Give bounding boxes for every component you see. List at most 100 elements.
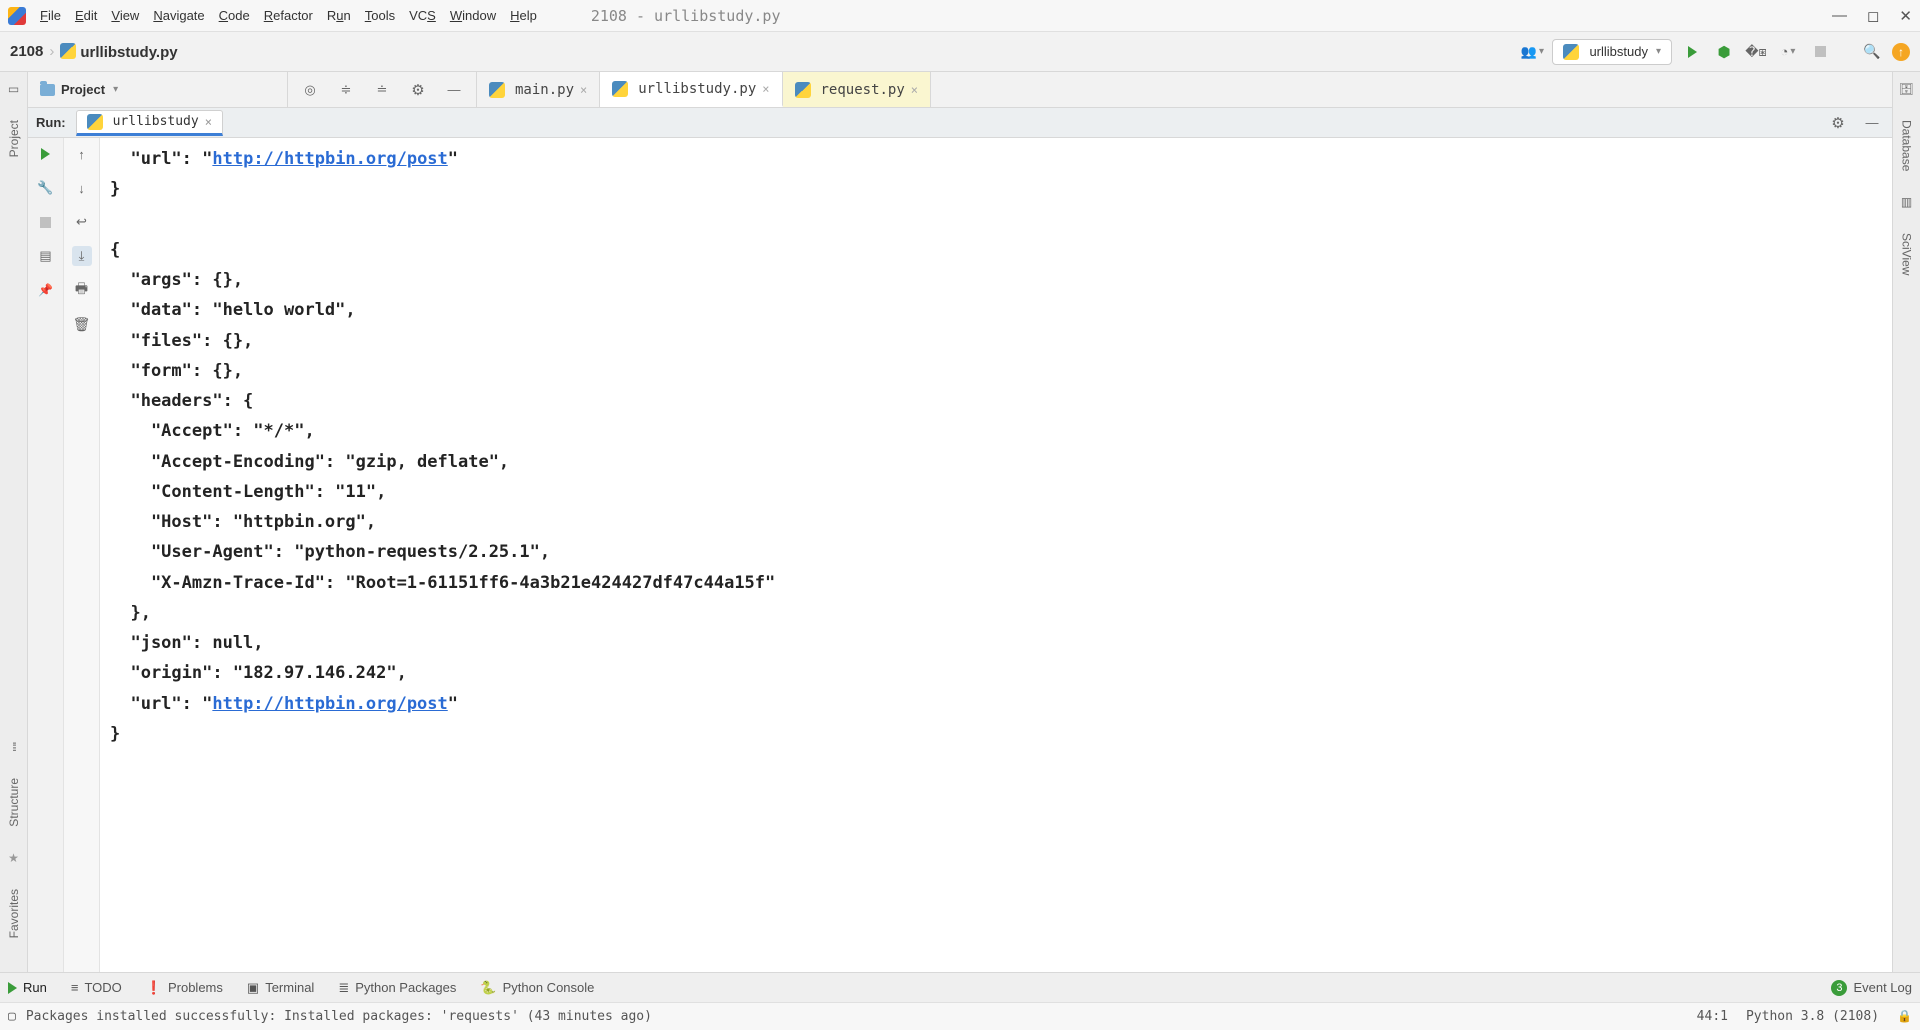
window-minimize-icon[interactable]: — [1832, 7, 1847, 25]
bottom-tab-todo[interactable]: ≡TODO [71, 980, 122, 995]
run-button[interactable] [1680, 40, 1704, 64]
console-output[interactable]: "url": "http://httpbin.org/post" } { "ar… [100, 138, 1892, 972]
run-settings-icon[interactable] [1826, 111, 1850, 135]
ide-update-icon[interactable]: ↑ [1892, 43, 1910, 61]
favorites-tool-button[interactable]: Favorites [7, 889, 21, 938]
menu-window[interactable]: Window [450, 8, 496, 23]
bottom-tab-packages[interactable]: Python Packages [338, 980, 456, 996]
menu-help[interactable]: Help [510, 8, 537, 23]
bottom-tab-event-log[interactable]: 3 Event Log [1831, 980, 1912, 996]
structure-tool-button[interactable]: Structure [7, 778, 21, 827]
project-tool-button[interactable]: Project [7, 120, 21, 157]
soft-wrap-icon[interactable] [72, 212, 92, 232]
menu-refactor[interactable]: Refactor [264, 8, 313, 23]
edit-config-icon[interactable] [36, 178, 56, 198]
bottom-tab-problems[interactable]: ❗Problems [146, 980, 223, 996]
project-view-selector[interactable]: Project ▾ [28, 72, 288, 107]
bottom-tab-terminal[interactable]: ▣Terminal [247, 980, 314, 996]
python-file-icon [612, 81, 628, 97]
breadcrumb-project[interactable]: 2108 [10, 43, 43, 60]
tab-label: request.py [821, 82, 905, 98]
editor-tabs-row: Project ▾ ◎ ≑ ≐ — main.py × urllibstudy.… [28, 72, 1892, 108]
menu-run[interactable]: Run [327, 8, 351, 23]
tab-close-icon[interactable]: × [911, 83, 918, 97]
down-stack-icon[interactable] [72, 178, 92, 198]
layout-icon[interactable] [36, 246, 56, 266]
status-message: Packages installed successfully: Install… [26, 1009, 652, 1024]
window-maximize-icon[interactable]: ◻ [1867, 7, 1879, 25]
menu-vcs[interactable]: VCS [409, 8, 436, 23]
favorites-tool-icon[interactable] [8, 851, 19, 865]
search-everywhere-icon[interactable] [1860, 40, 1884, 64]
breadcrumb: 2108 › urllibstudy.py [10, 43, 178, 61]
stop-button[interactable] [1808, 40, 1832, 64]
rerun-icon[interactable] [36, 144, 56, 164]
collapse-all-icon[interactable]: ≐ [370, 78, 394, 102]
python-file-icon [60, 43, 76, 59]
menu-tools[interactable]: Tools [365, 8, 395, 23]
profile-button[interactable]: ◔▾ [1776, 40, 1800, 64]
project-settings-icon[interactable] [406, 78, 430, 102]
stop-icon[interactable] [36, 212, 56, 232]
project-panel-toolbar: ◎ ≑ ≐ — [288, 72, 477, 107]
run-tab-label: urllibstudy [113, 114, 199, 129]
database-tool-icon[interactable] [1899, 82, 1914, 96]
breadcrumb-file[interactable]: urllibstudy.py [60, 43, 177, 61]
scroll-to-end-icon[interactable] [72, 246, 92, 266]
console-link[interactable]: http://httpbin.org/post [212, 149, 447, 169]
tab-label: urllibstudy.py [638, 81, 756, 97]
debug-button[interactable] [1712, 40, 1736, 64]
readonly-lock-icon[interactable] [1897, 1009, 1912, 1024]
bottom-tab-run[interactable]: Run [8, 980, 47, 995]
window-close-icon[interactable]: ✕ [1899, 7, 1912, 25]
menu-bar: File Edit View Navigate Code Refactor Ru… [0, 0, 1920, 32]
folder-icon [40, 84, 55, 96]
expand-all-icon[interactable]: ≑ [334, 78, 358, 102]
run-config-name: urllibstudy [1589, 44, 1648, 59]
app-icon [8, 7, 26, 25]
bottom-tab-python-console[interactable]: 🐍Python Console [480, 980, 594, 996]
status-bar: ▢ Packages installed successfully: Insta… [0, 1002, 1920, 1030]
structure-tool-icon[interactable] [12, 740, 15, 754]
database-tool-button[interactable]: Database [1900, 120, 1914, 171]
tab-close-icon[interactable]: × [762, 82, 769, 96]
window-title: 2108 - urllibstudy.py [591, 7, 781, 25]
menu-file[interactable]: File [40, 8, 61, 23]
locate-icon[interactable]: ◎ [298, 78, 322, 102]
tab-label: main.py [515, 82, 574, 98]
sciview-tool-icon[interactable] [1901, 195, 1912, 209]
hide-run-panel-icon[interactable]: — [1860, 111, 1884, 135]
clear-console-icon[interactable] [72, 314, 92, 334]
console-link[interactable]: http://httpbin.org/post [212, 694, 447, 714]
left-tool-stripe: Project Structure Favorites [0, 72, 28, 972]
menu-code[interactable]: Code [219, 8, 250, 23]
tab-close-icon[interactable]: × [580, 83, 587, 97]
python-file-icon [795, 82, 811, 98]
run-tab-close-icon[interactable]: × [205, 115, 212, 129]
bottom-tool-tabs: Run ≡TODO ❗Problems ▣Terminal Python Pac… [0, 972, 1920, 1002]
status-hide-icon[interactable]: ▢ [8, 1009, 16, 1024]
up-stack-icon[interactable] [72, 144, 92, 164]
tab-urllibstudy-py[interactable]: urllibstudy.py × [600, 72, 782, 107]
menu-navigate[interactable]: Navigate [153, 8, 204, 23]
add-user-icon[interactable]: ▾ [1520, 40, 1544, 64]
run-panel-header: Run: urllibstudy × — [28, 108, 1892, 138]
menu-edit[interactable]: Edit [75, 8, 97, 23]
tab-request-py[interactable]: request.py × [783, 72, 932, 107]
run-panel-tab[interactable]: urllibstudy × [76, 110, 223, 136]
pin-icon[interactable] [36, 280, 56, 300]
sciview-tool-button[interactable]: SciView [1900, 233, 1914, 275]
hide-panel-icon[interactable]: — [442, 78, 466, 102]
run-actions-gutter [28, 138, 64, 972]
python-file-icon [489, 82, 505, 98]
tab-main-py[interactable]: main.py × [477, 72, 600, 107]
cursor-position[interactable]: 44:1 [1697, 1009, 1728, 1024]
menu-view[interactable]: View [111, 8, 139, 23]
run-configuration-selector[interactable]: urllibstudy ▾ [1552, 39, 1672, 65]
console-actions-gutter [64, 138, 100, 972]
project-tool-icon[interactable] [8, 82, 19, 96]
print-icon[interactable] [72, 280, 92, 300]
breadcrumb-separator: › [49, 43, 54, 60]
coverage-button[interactable]: �⧆ [1744, 40, 1768, 64]
interpreter-indicator[interactable]: Python 3.8 (2108) [1746, 1009, 1879, 1024]
